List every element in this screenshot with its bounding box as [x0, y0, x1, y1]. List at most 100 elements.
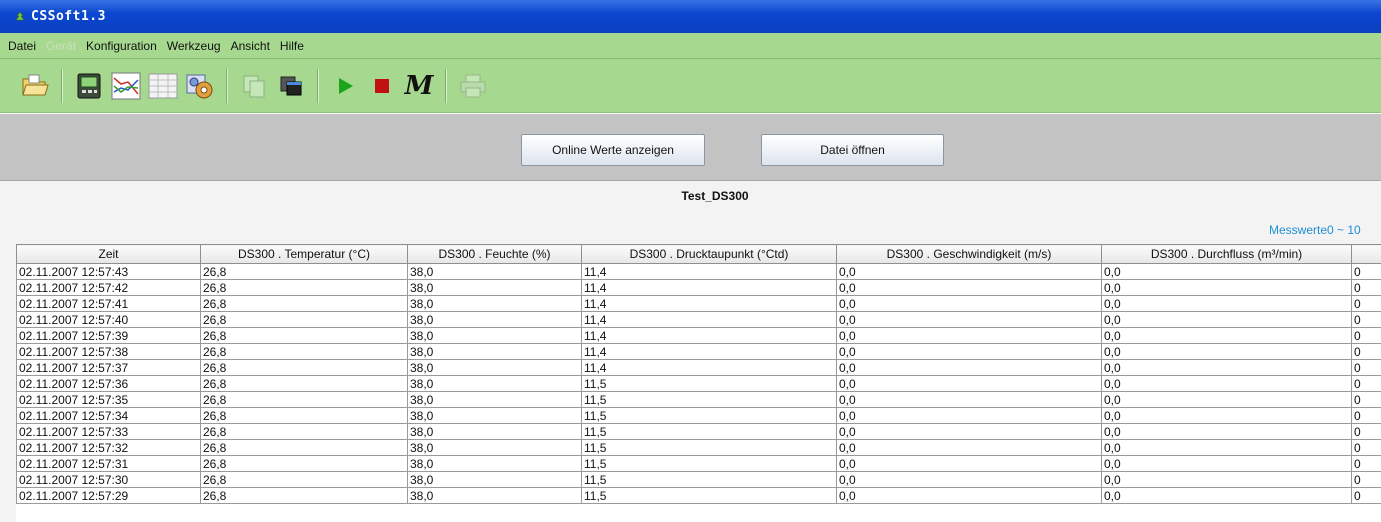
table-row[interactable]: 02.11.2007 12:57:29 26,8 38,0 11,5 0,0 0,0 0	[16, 487, 1381, 504]
copy-button[interactable]	[239, 69, 269, 103]
table-row[interactable]: 02.11.2007 12:57:33 26,8 38,0 11,5 0,0 0,0 0	[16, 423, 1381, 440]
table-cell: 02.11.2007 12:57:37	[16, 359, 201, 376]
play-icon	[339, 77, 353, 94]
window-title: CSSoft1.3	[31, 9, 106, 24]
open-file-button[interactable]: Datei öffnen	[761, 134, 944, 166]
table-body: 02.11.2007 12:57:43 26,8 38,0 11,4 0,0 0,0 0 02…	[16, 263, 1381, 504]
table-cell: 11,5	[581, 391, 837, 408]
table-cell: 38,0	[407, 471, 582, 488]
table-cell: 0	[1351, 375, 1381, 392]
table-row[interactable]: 02.11.2007 12:57:38 26,8 38,0 11,4 0,0 0,0 0	[16, 343, 1381, 360]
menu-hilfe[interactable]: Hilfe	[280, 39, 304, 53]
table-row[interactable]: 02.11.2007 12:57:42 26,8 38,0 11,4 0,0 0,0 0	[16, 279, 1381, 296]
device-button[interactable]	[74, 69, 104, 103]
table-row[interactable]: 02.11.2007 12:57:30 26,8 38,0 11,5 0,0 0,0 0	[16, 471, 1381, 488]
open-folder-button[interactable]	[20, 69, 50, 103]
table-row[interactable]: 02.11.2007 12:57:32 26,8 38,0 11,5 0,0 0,0 0	[16, 439, 1381, 456]
measurement-range-link[interactable]: Messwerte0 ~ 10	[1269, 223, 1361, 237]
menu-datei[interactable]: Datei	[8, 39, 36, 53]
data-table: Zeit DS300 . Temperatur (°C) DS300 . Feuch…	[16, 244, 1381, 504]
settings-button[interactable]	[185, 69, 215, 103]
menu-geraet[interactable]: Gerät	[46, 39, 76, 53]
table-cell: 26,8	[200, 375, 408, 392]
table-cell: 0	[1351, 487, 1381, 504]
table-cell: 11,4	[581, 263, 837, 280]
table-cell: 38,0	[407, 311, 582, 328]
toolbar-separator	[317, 68, 318, 103]
stop-button[interactable]	[367, 69, 397, 103]
data-table-container[interactable]: Zeit DS300 . Temperatur (°C) DS300 . Feuch…	[16, 244, 1381, 522]
print-icon	[460, 74, 486, 97]
column-header[interactable]: DS300 . Temperatur (°C)	[200, 244, 408, 264]
table-cell: 38,0	[407, 295, 582, 312]
toolbar-separator	[226, 68, 227, 103]
table-row[interactable]: 02.11.2007 12:57:36 26,8 38,0 11,5 0,0 0,0 0	[16, 375, 1381, 392]
menu-konfiguration[interactable]: Konfiguration	[86, 39, 157, 53]
menu-werkzeug[interactable]: Werkzeug	[167, 39, 221, 53]
window-button[interactable]	[276, 69, 306, 103]
table-cell: 02.11.2007 12:57:40	[16, 311, 201, 328]
toolbar-separator	[61, 68, 62, 103]
chart-button[interactable]	[111, 69, 141, 103]
table-cell: 38,0	[407, 423, 582, 440]
table-row[interactable]: 02.11.2007 12:57:31 26,8 38,0 11,5 0,0 0,0 0	[16, 455, 1381, 472]
table-cell: 02.11.2007 12:57:41	[16, 295, 201, 312]
table-cell: 0	[1351, 455, 1381, 472]
column-header[interactable]: DS300 . Geschwindigkeit (m/s)	[836, 244, 1102, 264]
table-cell: 02.11.2007 12:57:36	[16, 375, 201, 392]
table-cell: 0,0	[1101, 327, 1352, 344]
table-cell: 11,4	[581, 279, 837, 296]
table-cell: 38,0	[407, 439, 582, 456]
m-button[interactable]: M	[404, 69, 434, 103]
table-icon	[148, 73, 178, 98]
m-icon: M	[404, 70, 434, 101]
table-cell: 26,8	[200, 391, 408, 408]
table-cell: 0,0	[836, 359, 1102, 376]
table-cell: 0,0	[836, 407, 1102, 424]
table-cell: 0	[1351, 423, 1381, 440]
table-cell: 38,0	[407, 343, 582, 360]
play-button[interactable]	[330, 69, 360, 103]
online-values-button[interactable]: Online Werte anzeigen	[521, 134, 705, 166]
table-cell: 11,4	[581, 295, 837, 312]
column-header[interactable]	[1351, 244, 1381, 264]
dataset-title: Test_DS300	[681, 189, 749, 203]
table-cell: 02.11.2007 12:57:38	[16, 343, 201, 360]
device-icon	[77, 73, 101, 98]
table-cell: 11,5	[581, 455, 837, 472]
table-row[interactable]: 02.11.2007 12:57:43 26,8 38,0 11,4 0,0 0,0 0	[16, 263, 1381, 280]
table-cell: 0	[1351, 295, 1381, 312]
table-cell: 0,0	[836, 471, 1102, 488]
table-cell: 38,0	[407, 455, 582, 472]
table-cell: 0	[1351, 439, 1381, 456]
table-button[interactable]	[148, 69, 178, 103]
table-cell: 0,0	[836, 311, 1102, 328]
table-row[interactable]: 02.11.2007 12:57:37 26,8 38,0 11,4 0,0 0,0 0	[16, 359, 1381, 376]
table-row[interactable]: 02.11.2007 12:57:41 26,8 38,0 11,4 0,0 0,0 0	[16, 295, 1381, 312]
table-cell: 11,5	[581, 375, 837, 392]
table-cell: 0,0	[1101, 455, 1352, 472]
print-button[interactable]	[458, 69, 488, 103]
table-cell: 38,0	[407, 391, 582, 408]
table-cell: 0,0	[1101, 343, 1352, 360]
table-cell: 11,5	[581, 423, 837, 440]
table-cell: 02.11.2007 12:57:43	[16, 263, 201, 280]
column-header[interactable]: DS300 . Drucktaupunkt (°Ctd)	[581, 244, 837, 264]
app-icon	[15, 11, 25, 20]
menu-ansicht[interactable]: Ansicht	[231, 39, 270, 53]
table-cell: 02.11.2007 12:57:29	[16, 487, 201, 504]
table-cell: 0,0	[1101, 439, 1352, 456]
table-row[interactable]: 02.11.2007 12:57:40 26,8 38,0 11,4 0,0 0,0 0	[16, 311, 1381, 328]
column-header[interactable]: DS300 . Feuchte (%)	[407, 244, 582, 264]
column-header[interactable]: DS300 . Durchfluss (m³/min)	[1101, 244, 1352, 264]
table-cell: 26,8	[200, 311, 408, 328]
table-row[interactable]: 02.11.2007 12:57:39 26,8 38,0 11,4 0,0 0,0 0	[16, 327, 1381, 344]
copy-icon	[243, 75, 265, 97]
toolbar: M	[0, 59, 1381, 113]
table-cell: 38,0	[407, 375, 582, 392]
table-row[interactable]: 02.11.2007 12:57:34 26,8 38,0 11,5 0,0 0,0 0	[16, 407, 1381, 424]
table-cell: 26,8	[200, 263, 408, 280]
column-header[interactable]: Zeit	[16, 244, 201, 264]
title-bar: CSSoft1.3	[0, 0, 1381, 33]
table-row[interactable]: 02.11.2007 12:57:35 26,8 38,0 11,5 0,0 0,0 0	[16, 391, 1381, 408]
